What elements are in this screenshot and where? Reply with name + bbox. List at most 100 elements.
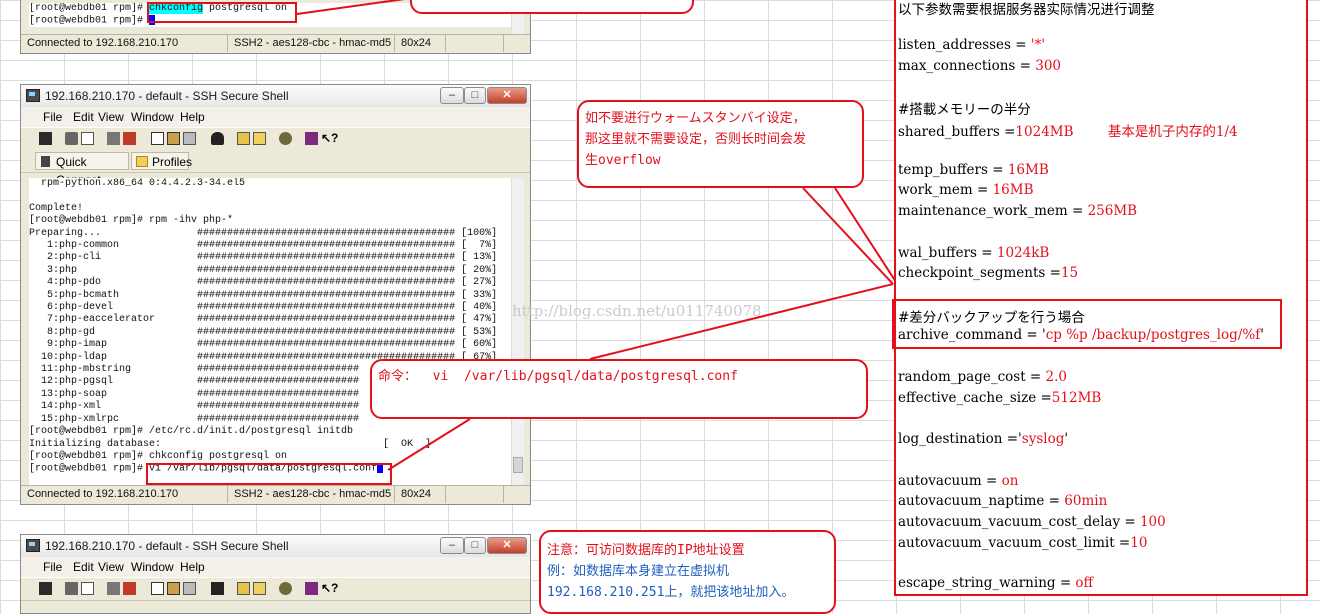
ssh-app-icon	[26, 539, 40, 552]
find-icon[interactable]	[211, 582, 224, 595]
config-value: off	[1075, 575, 1094, 591]
maximize-button[interactable]: □	[464, 537, 486, 554]
menu-help[interactable]: Help	[180, 110, 205, 124]
menu-view[interactable]: View	[98, 560, 124, 574]
settings-icon[interactable]	[279, 132, 292, 145]
new-terminal-icon[interactable]	[107, 132, 120, 145]
terminal-prompt-2: [root@webdb01 rpm]#	[29, 16, 150, 27]
menu-file[interactable]: File	[43, 560, 62, 574]
print-icon[interactable]	[65, 582, 78, 595]
paste-icon[interactable]	[167, 582, 180, 595]
terminal-line: Complete!	[29, 202, 84, 214]
status-cipher: SSH2 - aes128-cbc - hmac-md5	[230, 486, 395, 503]
window-title: 192.168.210.170 - default - SSH Secure S…	[45, 539, 289, 553]
config-value: 15	[1060, 265, 1079, 281]
config-key: escape_string_warning =	[898, 575, 1076, 591]
menu-window[interactable]: Window	[131, 110, 174, 124]
config-line-escape-string-warning: escape_string_warning = off	[898, 575, 1093, 591]
copy-icon[interactable]	[151, 132, 164, 145]
config-key: temp_buffers =	[898, 162, 1008, 178]
menu-window[interactable]: Window	[131, 560, 174, 574]
config-key: shared_buffers =	[898, 124, 1016, 140]
save-icon[interactable]	[39, 582, 52, 595]
config-key: wal_buffers =	[898, 245, 997, 261]
find-icon[interactable]	[211, 132, 224, 145]
ssh-window-main: 192.168.210.170 - default - SSH Secure S…	[20, 84, 531, 505]
menu-edit[interactable]: Edit	[73, 560, 94, 574]
new-terminal-icon[interactable]	[107, 582, 120, 595]
context-help-icon[interactable]: ↖?	[321, 582, 338, 595]
print-icon[interactable]	[65, 132, 78, 145]
status-connection: Connected to 192.168.210.170	[23, 35, 228, 52]
config-header-text: 以下参数需要根据服务器实际情况进行调整	[898, 2, 1155, 18]
window-titlebar[interactable]: 192.168.210.170 - default - SSH Secure S…	[21, 85, 530, 108]
terminal-output[interactable]: rpm-python.x86_64 0:4.4.2.3-34.el5 Comple…	[29, 178, 512, 485]
terminal-prompt: [root@webdb01 rpm]#	[29, 463, 150, 475]
close-button[interactable]: ✕	[487, 87, 527, 104]
help-book-icon[interactable]	[305, 582, 318, 595]
file-transfer-icon[interactable]	[237, 582, 250, 595]
status-icon	[479, 486, 504, 503]
terminal-scrollbar[interactable]	[511, 178, 524, 485]
config-value: '*'	[1030, 37, 1046, 53]
callout-command: 命令： vi /var/lib/pgsql/data/postgresql.co…	[370, 359, 868, 419]
callout-note-line-2: 例：如数据库本身建立在虚拟机	[547, 564, 730, 579]
highlight-vi-command	[146, 463, 392, 485]
toolbar: ↖?	[21, 127, 530, 151]
close-button[interactable]: ✕	[487, 537, 527, 554]
context-help-icon[interactable]: ↖?	[321, 132, 338, 145]
transfer-window-icon[interactable]	[253, 132, 266, 145]
terminal-line: 8:php-gd ###############################…	[29, 326, 498, 338]
config-line-temp-buffers: temp_buffers = 16MB	[898, 162, 1049, 178]
help-book-icon[interactable]	[305, 132, 318, 145]
menu-file[interactable]: File	[43, 110, 62, 124]
paste-selection-icon[interactable]	[183, 132, 196, 145]
menu-bar: File Edit View Window Help	[21, 107, 530, 127]
config-value: 512MB	[1051, 390, 1102, 406]
quick-connect-button[interactable]: Quick Connect	[35, 152, 129, 187]
terminal-line: 3:php ##################################…	[29, 264, 498, 276]
callout-command-text: 命令： vi /var/lib/pgsql/data/postgresql.co…	[378, 369, 738, 384]
window-titlebar[interactable]: 192.168.210.170 - default - SSH Secure S…	[21, 535, 530, 558]
config-value: 1024MB 基本是机子内存的1/4	[1015, 124, 1238, 140]
terminal-line: 9:php-imap #############################…	[29, 339, 498, 351]
status-terminal-size: 80x24	[397, 35, 446, 52]
copy-icon[interactable]	[151, 582, 164, 595]
paste-selection-icon[interactable]	[183, 582, 196, 595]
terminal-line: 4:php-pdo ##############################…	[29, 277, 498, 289]
config-value: 2.0	[1045, 369, 1068, 385]
menu-view[interactable]: View	[98, 110, 124, 124]
disconnect-icon[interactable]	[123, 582, 136, 595]
print-preview-icon[interactable]	[81, 132, 94, 145]
menu-help[interactable]: Help	[180, 560, 205, 574]
print-preview-icon[interactable]	[81, 582, 94, 595]
config-value: 1024kB	[996, 245, 1050, 261]
config-line-log-destination: log_destination ='syslog'	[898, 431, 1068, 447]
profiles-button[interactable]: Profiles	[131, 152, 192, 170]
config-line-autovacuum: autovacuum = on	[898, 473, 1018, 489]
disconnect-icon[interactable]	[123, 132, 136, 145]
config-line-autovacuum-cost-delay: autovacuum_vacuum_cost_delay = 100	[898, 514, 1166, 530]
minimize-button[interactable]: –	[440, 537, 464, 554]
terminal-line: 2:php-cli ##############################…	[29, 252, 498, 264]
config-line-maintenance-work-mem: maintenance_work_mem = 256MB	[898, 203, 1137, 219]
file-transfer-icon[interactable]	[237, 132, 250, 145]
quick-connect-icon	[41, 156, 50, 167]
terminal-line: 5:php-bcmath ###########################…	[29, 289, 498, 301]
config-key: autovacuum_naptime =	[898, 493, 1065, 509]
save-icon[interactable]	[39, 132, 52, 145]
window-title: 192.168.210.170 - default - SSH Secure S…	[45, 89, 289, 103]
config-key: max_connections =	[898, 58, 1036, 74]
status-icon	[479, 35, 504, 52]
paste-icon[interactable]	[167, 132, 180, 145]
scroll-thumb[interactable]	[513, 457, 523, 473]
maximize-button[interactable]: □	[464, 87, 486, 104]
transfer-window-icon[interactable]	[253, 582, 266, 595]
terminal-line: [root@webdb01 rpm]# /etc/rc.d/init.d/pos…	[29, 426, 354, 438]
toolbar: ↖?	[21, 577, 530, 601]
config-value: 300	[1035, 58, 1062, 74]
minimize-button[interactable]: –	[440, 87, 464, 104]
menu-edit[interactable]: Edit	[73, 110, 94, 124]
highlight-chkconfig	[147, 2, 297, 23]
settings-icon[interactable]	[279, 582, 292, 595]
